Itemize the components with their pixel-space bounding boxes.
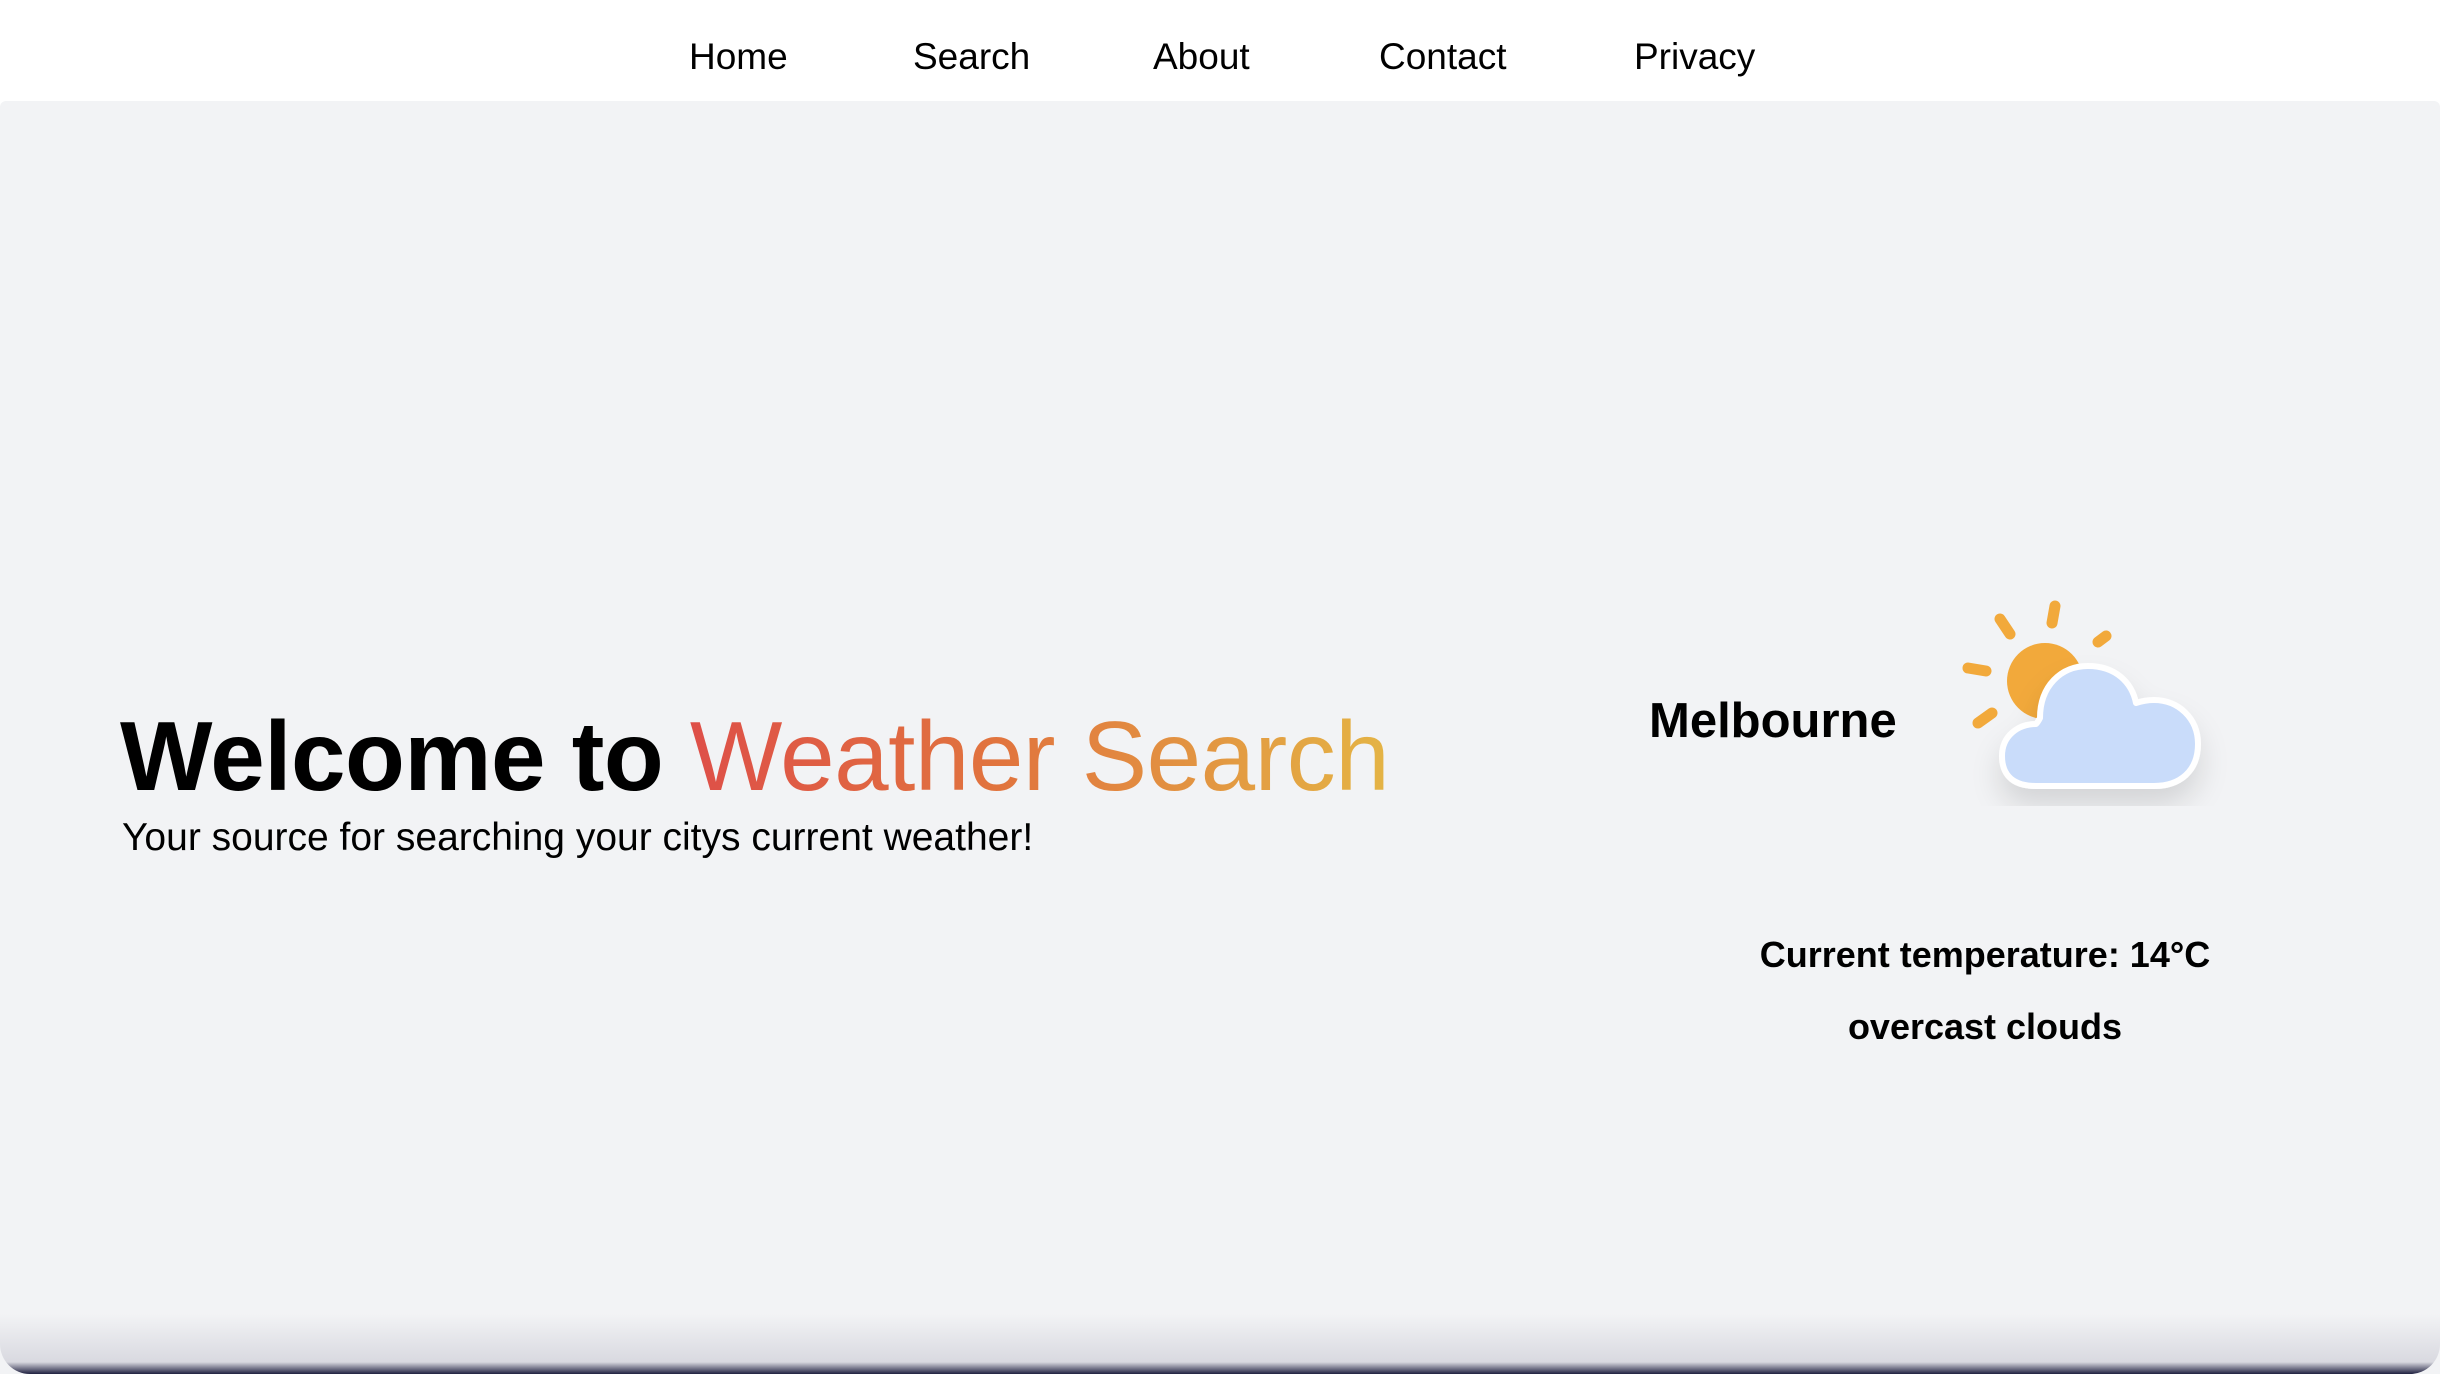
weather-description: overcast clouds xyxy=(1847,1006,2123,1047)
hero-title: Welcome to Weather Search xyxy=(120,700,1390,812)
hero-title-prefix: Welcome to xyxy=(120,701,690,811)
nav-privacy-link[interactable]: Privacy xyxy=(1634,36,1755,78)
nav-home-link[interactable]: Home xyxy=(689,36,788,78)
nav-about-link[interactable]: About xyxy=(1153,36,1250,78)
city-name: Melbourne xyxy=(1649,694,1897,748)
current-temperature: Current temperature: 14°C xyxy=(1759,934,2211,975)
partly-cloudy-icon xyxy=(1958,596,2228,806)
hero-title-highlight: Weather Search xyxy=(689,701,1390,811)
app-window: Home Search About Contact Privacy Welcom… xyxy=(0,0,2440,1374)
nav-contact-link[interactable]: Contact xyxy=(1379,36,1507,78)
nav-search-link[interactable]: Search xyxy=(913,36,1030,78)
bottom-shadow xyxy=(0,1314,2440,1374)
hero-subtitle: Your source for searching your citys cur… xyxy=(122,816,1034,859)
top-navigation: Home Search About Contact Privacy xyxy=(0,0,2440,101)
